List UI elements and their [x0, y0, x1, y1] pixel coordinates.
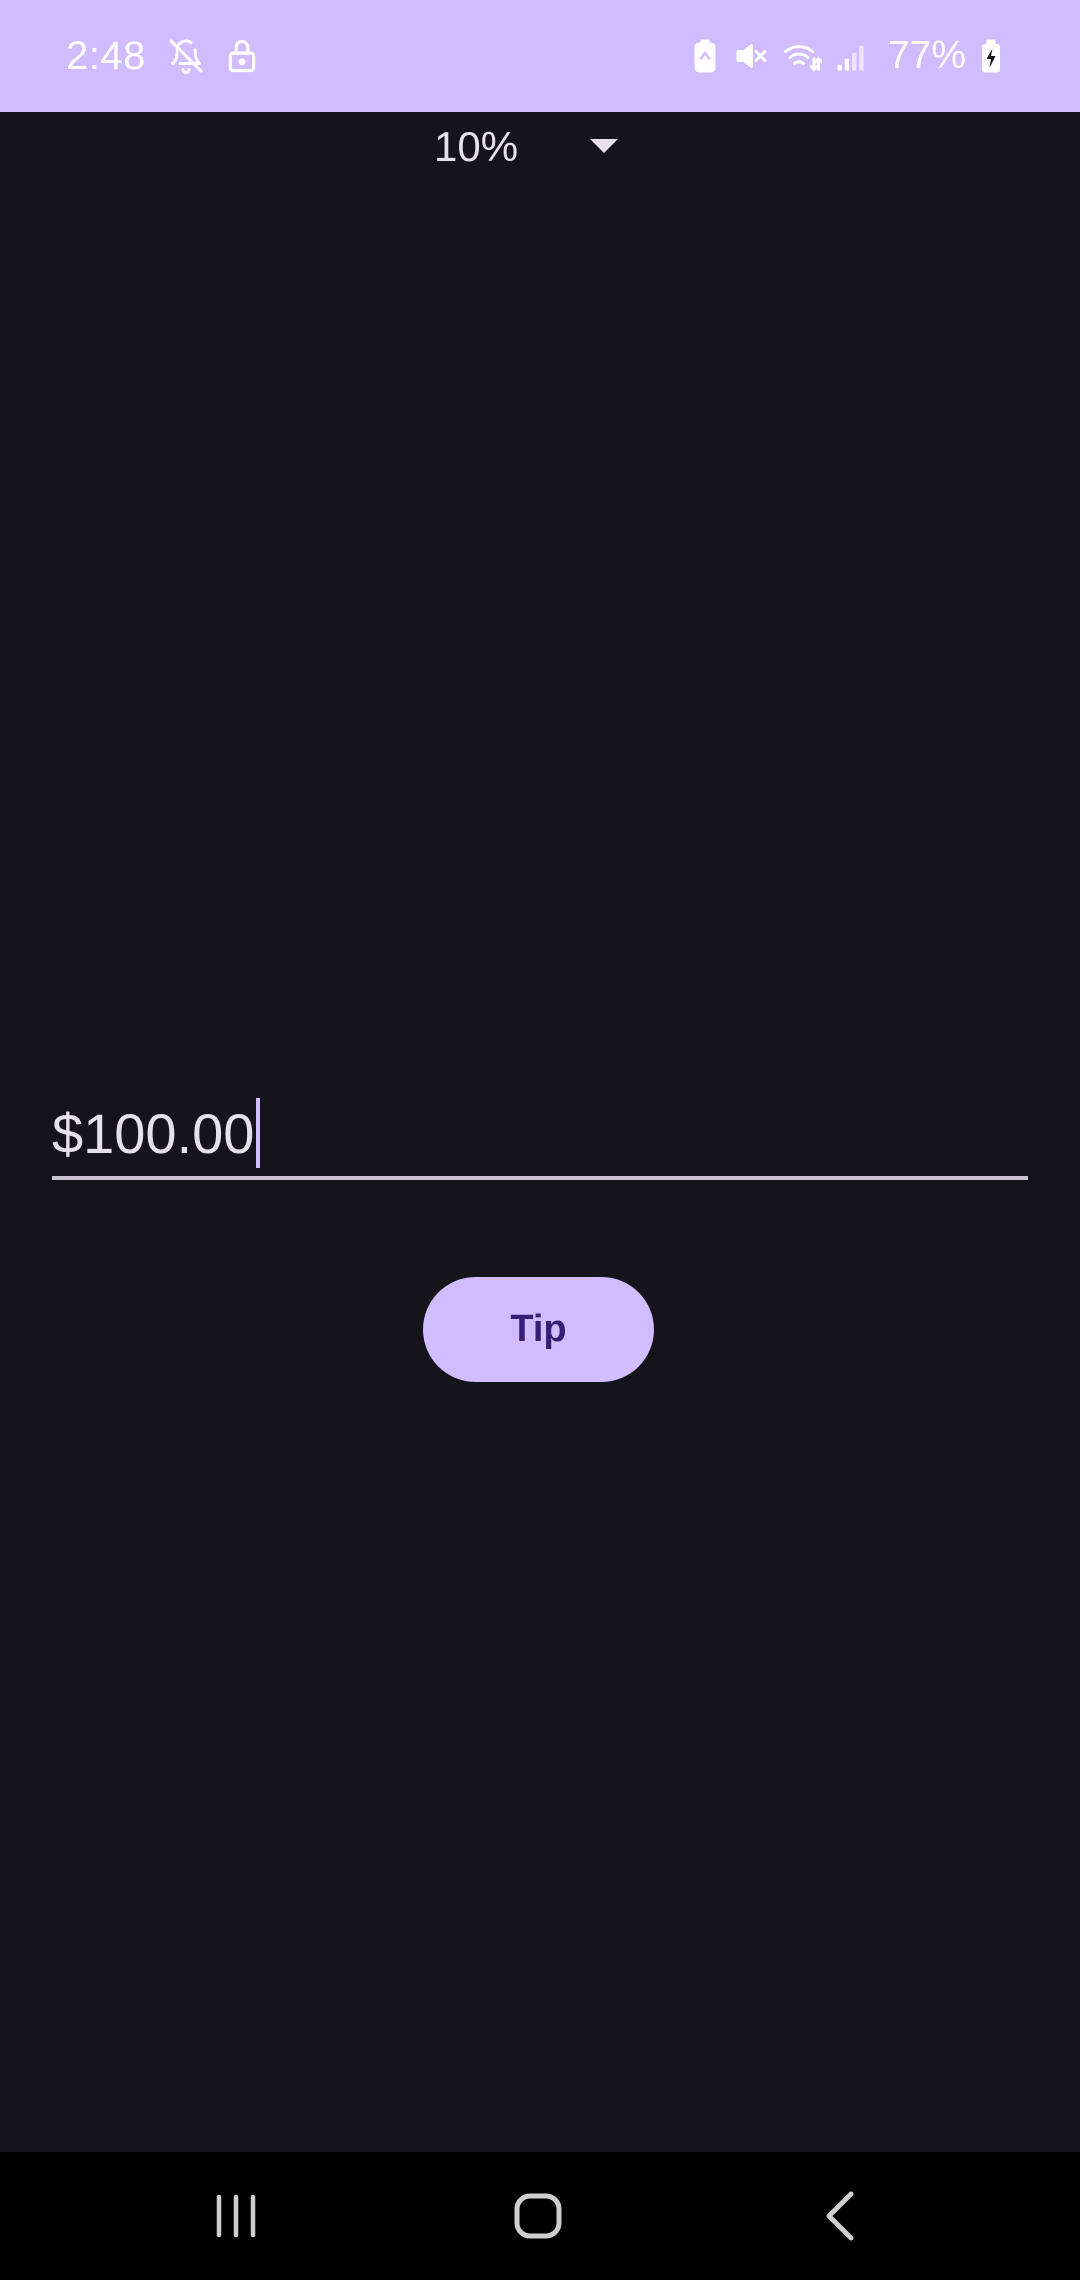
recent-apps-button[interactable]	[156, 2152, 316, 2280]
mute-icon	[732, 38, 768, 74]
amount-input[interactable]: $100.00	[52, 1080, 1028, 1180]
amount-input-value-wrap: $100.00	[52, 1098, 261, 1168]
signal-icon	[836, 38, 868, 74]
notifications-off-icon	[168, 38, 204, 74]
lock-icon	[226, 38, 258, 74]
tip-button[interactable]: Tip	[423, 1277, 654, 1382]
battery-percentage: 77%	[887, 34, 966, 77]
amount-input-value: $100.00	[52, 1101, 255, 1165]
navigation-bar	[0, 2152, 1080, 2280]
status-time: 2:48	[66, 33, 146, 78]
status-left: 2:48	[66, 0, 258, 112]
home-icon	[514, 2192, 562, 2240]
status-bar: 2:48 77%	[0, 0, 1080, 112]
text-cursor	[256, 1098, 261, 1168]
status-right: 77%	[692, 0, 1002, 112]
dropdown-arrow-icon	[590, 139, 618, 155]
battery-saver-icon	[692, 38, 718, 74]
wifi-icon	[782, 38, 822, 74]
recent-apps-icon	[213, 2193, 259, 2239]
back-icon	[823, 2191, 857, 2241]
back-button[interactable]	[760, 2152, 920, 2280]
tip-percentage-value: 10%	[434, 123, 519, 170]
tip-percentage-dropdown[interactable]: 10%	[420, 112, 660, 182]
home-button[interactable]	[458, 2152, 618, 2280]
battery-charging-icon	[980, 38, 1002, 74]
